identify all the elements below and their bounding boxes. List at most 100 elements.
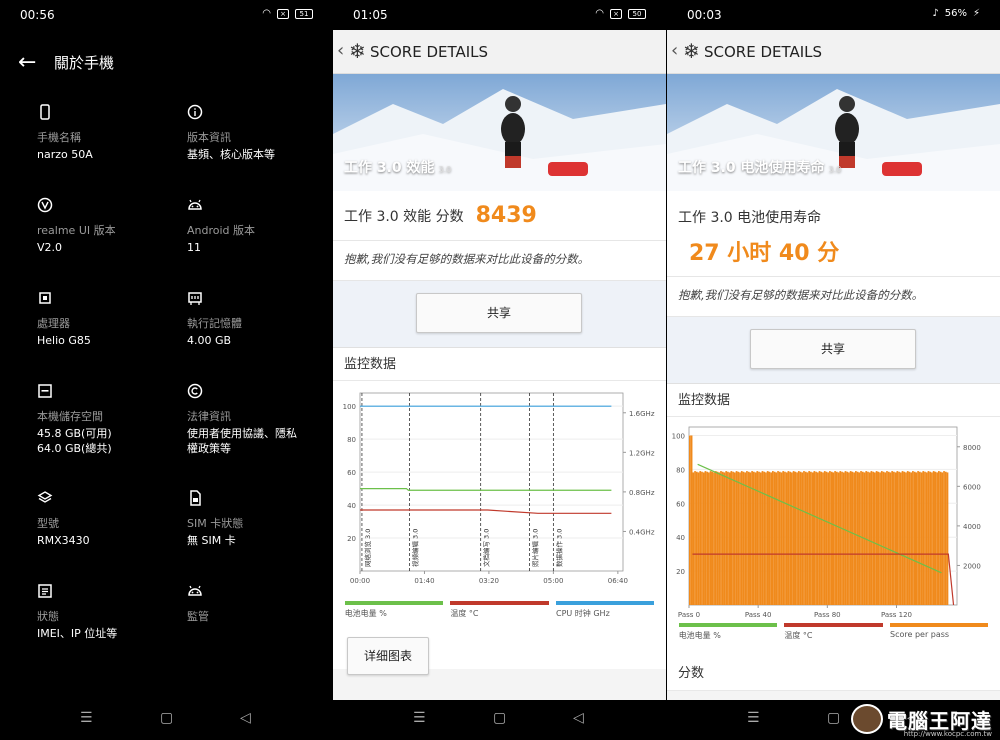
mascot-logo [851, 704, 883, 734]
share-button[interactable]: 共享 [416, 293, 582, 333]
setting-item[interactable]: 法律資訊 使用者使用協議、隱私 權政策等 [187, 383, 327, 456]
page-title: 關於手機 [54, 54, 115, 72]
score-bar [839, 471, 842, 605]
y-tick-label: 20 [347, 535, 356, 543]
score-bar [823, 471, 826, 605]
setting-value: V2.0 [37, 241, 63, 254]
score-bar [835, 471, 838, 605]
setting-value: Helio G85 [37, 334, 91, 347]
score-bar [815, 471, 817, 605]
score-bar [730, 471, 733, 605]
section-score-title: 分数 [667, 657, 1000, 691]
back-nav-icon[interactable]: ◁ [240, 710, 251, 726]
setting-value: narzo 50A [37, 148, 93, 161]
home-nav-icon[interactable]: ▢ [493, 710, 506, 726]
score-bar [872, 471, 875, 605]
score-bar [893, 471, 895, 605]
y2-tick-label: 4000 [963, 523, 981, 531]
setting-item[interactable]: realme UI 版本 V2.0 [37, 197, 177, 255]
monitor-chart: 20 40 60 80 100 2000 4000 6000 8000 Pass 0 Pass 40… [667, 417, 1000, 657]
score-bar [939, 471, 942, 605]
score-bar [803, 471, 805, 605]
score-bar [744, 472, 747, 605]
score-bar [905, 472, 907, 605]
setting-value: IMEI、IP 位址等 [37, 627, 118, 640]
detail-chart-button[interactable]: 详细图表 [347, 637, 429, 675]
score-bar [931, 472, 933, 605]
score-bar [832, 472, 835, 605]
setting-label: 版本資訊 [187, 131, 231, 144]
status-bar: 00:03 ♪ 56% ⚡ [667, 0, 1000, 30]
back-chevron-icon[interactable]: ‹ [671, 40, 678, 61]
score-bar [791, 472, 793, 605]
monitor-title: 监控数据 [667, 383, 1000, 417]
score-bar [721, 471, 724, 605]
back-nav-icon[interactable]: ◁ [573, 710, 584, 726]
score-bar [884, 472, 887, 605]
setting-item[interactable]: 版本資訊 基頻、核心版本等 [187, 104, 327, 162]
score-bar [856, 471, 859, 605]
y-tick-label: 80 [347, 436, 356, 444]
score-bar [903, 471, 906, 605]
performance-score-panel: 01:05 ◠ × 50 ‹ ❄ SCORE DETAILS 工作 3.0 效能… [333, 0, 666, 740]
score-bar [797, 471, 800, 605]
home-nav-icon[interactable]: ▢ [160, 710, 173, 726]
score-bar [737, 471, 740, 605]
setting-label: 執行記憶體 [187, 317, 242, 330]
setting-item[interactable]: Android 版本 11 [187, 197, 327, 255]
setting-item[interactable]: 處理器 Helio G85 [37, 290, 177, 348]
score-bar [896, 471, 899, 605]
comparison-note: 抱歉,我们没有足够的数据来对比此设备的分数。 [667, 277, 1000, 317]
back-chevron-icon[interactable]: ‹ [337, 40, 344, 61]
score-bar [854, 471, 857, 605]
nav-bar: ☰ ▢ ◁ [0, 700, 333, 740]
score-bar [899, 472, 902, 605]
processor-icon [39, 292, 51, 304]
menu-nav-icon[interactable]: ☰ [413, 710, 426, 726]
score-bar [704, 471, 707, 605]
setting-item[interactable]: 手機名稱 narzo 50A [37, 104, 177, 162]
info-icon [187, 104, 203, 120]
share-button[interactable]: 共享 [750, 329, 916, 369]
score-bar [867, 471, 869, 605]
y2-tick-label: 1.6GHz [629, 410, 655, 418]
setting-item[interactable]: 本機儲存空間 45.8 GB(可用) 64.0 GB(總共) [37, 383, 177, 456]
score-bar [792, 471, 795, 605]
home-nav-icon[interactable]: ▢ [827, 710, 840, 726]
menu-nav-icon[interactable]: ☰ [747, 710, 760, 726]
setting-item[interactable]: 狀態 IMEI、IP 位址等 [37, 583, 177, 641]
back-arrow-icon[interactable]: ← [18, 50, 36, 75]
score-content: 工作 3.0 效能 分数 8439 抱歉,我们没有足够的数据来对比此设备的分数。… [333, 191, 666, 700]
battery-icon: 51 [295, 8, 313, 19]
score-bar [718, 472, 721, 605]
score-bar [754, 472, 757, 605]
setting-item[interactable]: 執行記憶體 4.00 GB [187, 290, 327, 348]
setting-item[interactable]: 型號 RMX3430 [37, 490, 177, 548]
menu-nav-icon[interactable]: ☰ [80, 710, 93, 726]
score-bar [694, 471, 696, 605]
score-bar [887, 471, 890, 605]
score-bar [827, 472, 830, 605]
score-bar [708, 472, 710, 605]
banner-version: 3.0 [828, 165, 842, 174]
score-bar [889, 472, 892, 605]
score-bar [924, 471, 926, 605]
score-bar [747, 471, 750, 605]
score-bar [837, 472, 840, 605]
score-bar [879, 472, 881, 605]
test-banner: 工作 3.0 效能 3.0 [333, 74, 666, 191]
score-bar [910, 472, 913, 605]
score-label: 工作 3.0 效能 分数 [344, 208, 464, 225]
score-bar [720, 471, 722, 605]
score-bar [882, 471, 885, 605]
y2-tick-label: 0.4GHz [629, 528, 655, 536]
score-bar [709, 471, 712, 605]
setting-item[interactable]: SIM 卡狀態無 SIM 卡 [187, 490, 327, 548]
y2-tick-label: 6000 [963, 483, 981, 491]
setting-item[interactable]: 監管 [187, 583, 327, 626]
score-bar [860, 471, 862, 605]
x-tick-label: 01:40 [414, 577, 434, 585]
y-tick-label: 60 [676, 500, 685, 508]
setting-label: 法律資訊 [187, 410, 231, 423]
x-tick-label: 06:40 [608, 577, 628, 585]
